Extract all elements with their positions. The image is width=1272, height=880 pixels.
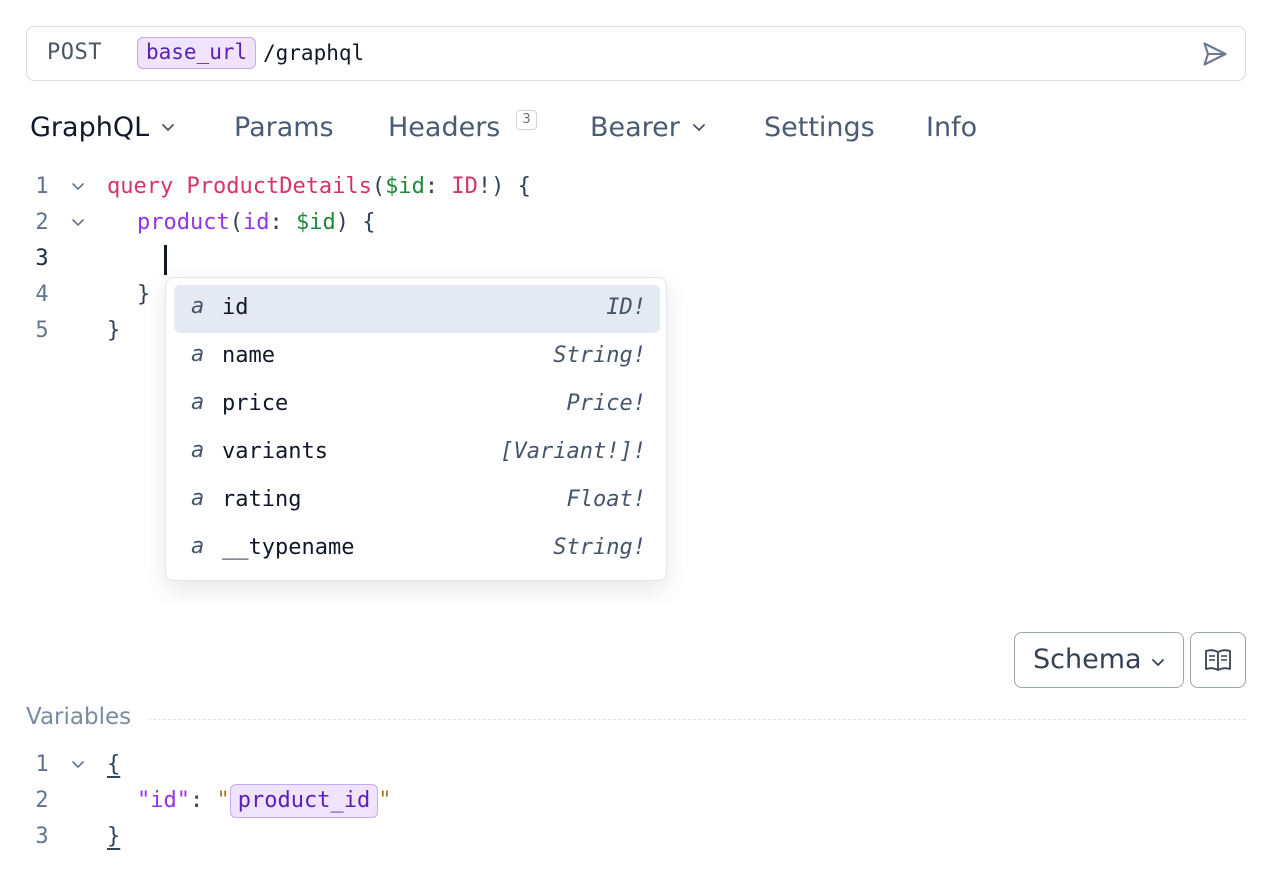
autocomplete-type: Price! [566,391,646,416]
schema-label: Schema [1033,644,1142,675]
line-number: 4 [35,282,49,307]
text-cursor [164,245,167,275]
chevron-down-icon [162,124,175,132]
line-number: 1 [35,174,49,199]
field-kind-icon: a [191,438,205,463]
http-method[interactable]: POST [47,40,102,65]
field-kind-icon: a [191,294,205,319]
code-text: } [107,824,121,849]
book-icon [1205,649,1231,671]
line-number: 5 [35,318,49,343]
code-text: "id": " product_id " [137,783,391,819]
line-number: 3 [35,824,49,849]
autocomplete-label: id [222,295,249,320]
tab-label: GraphQL [30,112,150,143]
code-text: query ProductDetails($id: ID!) { [107,174,531,199]
field-kind-icon: a [191,342,205,367]
autocomplete-item[interactable]: a id ID! [174,285,660,333]
field-kind-icon: a [191,534,205,559]
url-variable-pill[interactable]: base_url [137,37,257,69]
tab-graphql[interactable]: GraphQL [30,108,175,148]
docs-button[interactable] [1190,632,1246,688]
field-kind-icon: a [191,390,205,415]
editor-line: 1 { [0,747,1272,783]
tab-label: Bearer [590,112,680,143]
tab-settings[interactable]: Settings [764,108,875,148]
fold-chevron-icon[interactable] [70,182,86,192]
schema-dropdown-button[interactable]: Schema [1014,632,1184,688]
tab-label: Params [234,112,334,143]
code-text: product(id: $id) { [137,210,376,235]
autocomplete-label: variants [222,439,328,464]
url-path[interactable]: /graphql [263,39,364,68]
autocomplete-label: __typename [222,535,355,560]
autocomplete-label: rating [222,487,302,512]
editor-line: 3 [0,241,1272,277]
autocomplete-item[interactable]: a price Price! [174,381,660,429]
line-number: 2 [35,788,49,813]
autocomplete-item[interactable]: a rating Float! [174,477,660,525]
autocomplete-type: Float! [566,487,646,512]
variables-divider [148,719,1246,720]
chevron-down-icon [1152,659,1164,667]
fold-chevron-icon[interactable] [70,218,86,228]
line-number: 3 [35,246,49,271]
autocomplete-item[interactable]: a variants [Variant!]! [174,429,660,477]
autocomplete-label: name [222,343,275,368]
tab-bearer[interactable]: Bearer [590,108,706,148]
tab-params[interactable]: Params [234,108,334,148]
chevron-down-icon [693,124,705,132]
tab-headers[interactable]: Headers 3 [388,108,537,148]
editor-line: 3 } [0,819,1272,855]
send-icon[interactable] [1201,40,1229,68]
autocomplete-item[interactable]: a name String! [174,333,660,381]
editor-line: 2 product(id: $id) { [0,205,1272,241]
editor-line: 1 query ProductDetails($id: ID!) { [0,169,1272,205]
autocomplete-item[interactable]: a __typename String! [174,525,660,573]
autocomplete-type: [Variant!]! [500,439,646,464]
tab-label: Headers [388,112,501,143]
url-bar[interactable]: POST base_url /graphql [26,26,1246,81]
variables-section-label: Variables [26,704,132,730]
code-text: { [107,752,121,777]
code-text: } [107,318,121,343]
headers-count-badge: 3 [516,110,537,130]
autocomplete-label: price [222,391,289,416]
autocomplete-type: ID! [606,295,646,320]
tab-label: Info [926,112,978,143]
autocomplete-type: String! [553,535,646,560]
field-kind-icon: a [191,486,205,511]
code-text: } [137,282,151,307]
autocomplete-type: String! [553,343,646,368]
editor-line: 2 "id": " product_id " [0,783,1272,819]
tab-info[interactable]: Info [926,108,977,148]
line-number: 1 [35,752,49,777]
autocomplete-popup: a id ID! a name String! a price Price! a… [165,277,667,581]
fold-chevron-icon[interactable] [70,760,86,770]
template-variable-pill[interactable]: product_id [229,784,379,818]
tab-label: Settings [764,112,875,143]
line-number: 2 [35,210,49,235]
